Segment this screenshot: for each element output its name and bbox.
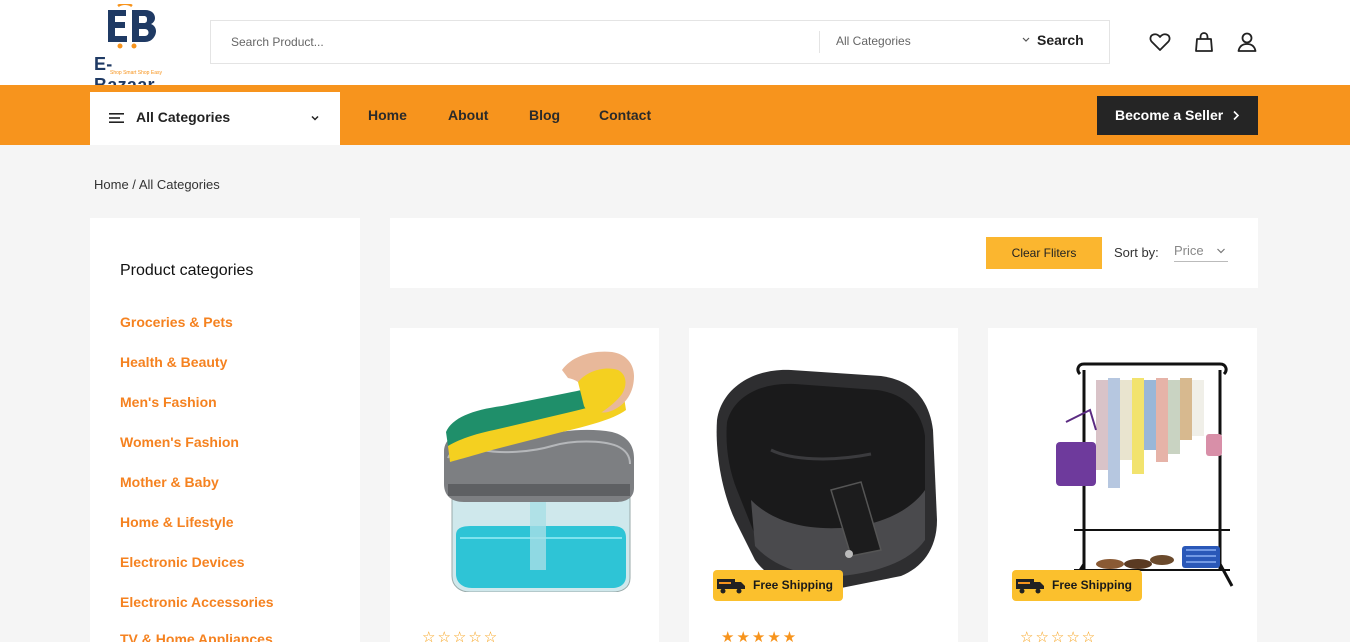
category-link[interactable]: Men's Fashion [120, 394, 217, 410]
category-link[interactable]: Electronic Devices [120, 554, 245, 570]
category-link[interactable]: Groceries & Pets [120, 314, 233, 330]
sort-value: Price [1174, 243, 1204, 258]
category-sidebar: Product categories Groceries & Pets Heal… [90, 218, 360, 642]
sort-label: Sort by: [1114, 245, 1159, 260]
main-nav: All Categories Home About Blog Contact B… [0, 85, 1350, 145]
product-image-backpack [716, 369, 937, 591]
truck-icon [1016, 579, 1044, 594]
logo-tagline: Shop Smart Shop Easy [110, 70, 162, 76]
free-shipping-badge: Free Shipping [1012, 570, 1142, 601]
breadcrumb-separator: / [128, 177, 139, 192]
menu-icon [109, 113, 124, 123]
search-input[interactable] [211, 21, 817, 63]
all-categories-label: All Categories [136, 109, 231, 125]
chevron-down-icon [311, 115, 319, 121]
breadcrumb-home[interactable]: Home [94, 177, 129, 192]
nav-contact[interactable]: Contact [599, 107, 651, 123]
clear-filters-button[interactable]: Clear Fliters [986, 237, 1102, 269]
rating-stars: ☆☆☆☆☆ [1020, 629, 1098, 642]
category-link[interactable]: Women's Fashion [120, 434, 239, 450]
category-link[interactable]: TV & Home Appliances [120, 631, 273, 642]
category-link[interactable]: Mother & Baby [120, 474, 219, 490]
shopping-bag-icon[interactable] [1192, 30, 1216, 54]
breadcrumb-current: All Categories [138, 177, 220, 192]
rating-stars: ☆☆☆☆☆ [422, 629, 500, 642]
heart-icon[interactable] [1148, 30, 1172, 54]
category-link[interactable]: Home & Lifestyle [120, 514, 234, 530]
all-categories-dropdown[interactable]: All Categories [90, 92, 340, 145]
search-button[interactable]: Search [1037, 32, 1084, 48]
truck-icon [717, 579, 745, 594]
sort-select[interactable]: Price [1174, 237, 1228, 262]
search-bar: All Categories Search [210, 20, 1110, 64]
product-card[interactable]: Free Shipping ☆☆☆☆☆ [988, 328, 1257, 642]
logo[interactable]: E-Bazaar Shop Smart Shop Easy [92, 4, 172, 95]
nav-home[interactable]: Home [368, 107, 407, 123]
breadcrumb: Home / All Categories [94, 177, 220, 192]
logo-mark-icon [108, 4, 156, 49]
chevron-down-icon [1217, 248, 1225, 254]
product-card[interactable]: ☆☆☆☆☆ [390, 328, 659, 642]
user-icon[interactable] [1235, 30, 1259, 54]
badge-label: Free Shipping [1052, 578, 1133, 592]
badge-label: Free Shipping [753, 578, 834, 592]
nav-blog[interactable]: Blog [529, 107, 560, 123]
become-seller-label: Become a Seller [1115, 107, 1224, 123]
product-card[interactable]: Free Shipping ★★★★★ [689, 328, 958, 642]
chevron-right-icon [1233, 110, 1240, 121]
sidebar-title: Product categories [120, 262, 254, 279]
free-shipping-badge: Free Shipping [713, 570, 843, 601]
search-category-select[interactable]: All Categories [836, 34, 1031, 52]
chevron-down-icon[interactable] [1021, 35, 1031, 45]
category-link[interactable]: Health & Beauty [120, 354, 227, 370]
search-divider [819, 31, 820, 53]
product-image-soap-dispenser [444, 351, 634, 592]
product-image-clothes-rack [1056, 362, 1234, 587]
become-seller-button[interactable]: Become a Seller [1097, 96, 1258, 135]
rating-stars: ★★★★★ [721, 629, 799, 642]
nav-about[interactable]: About [448, 107, 488, 123]
site-header: E-Bazaar Shop Smart Shop Easy All Catego… [0, 0, 1350, 95]
category-link[interactable]: Electronic Accessories [120, 594, 274, 610]
filter-bar: Clear Fliters Sort by: Price [390, 218, 1258, 288]
